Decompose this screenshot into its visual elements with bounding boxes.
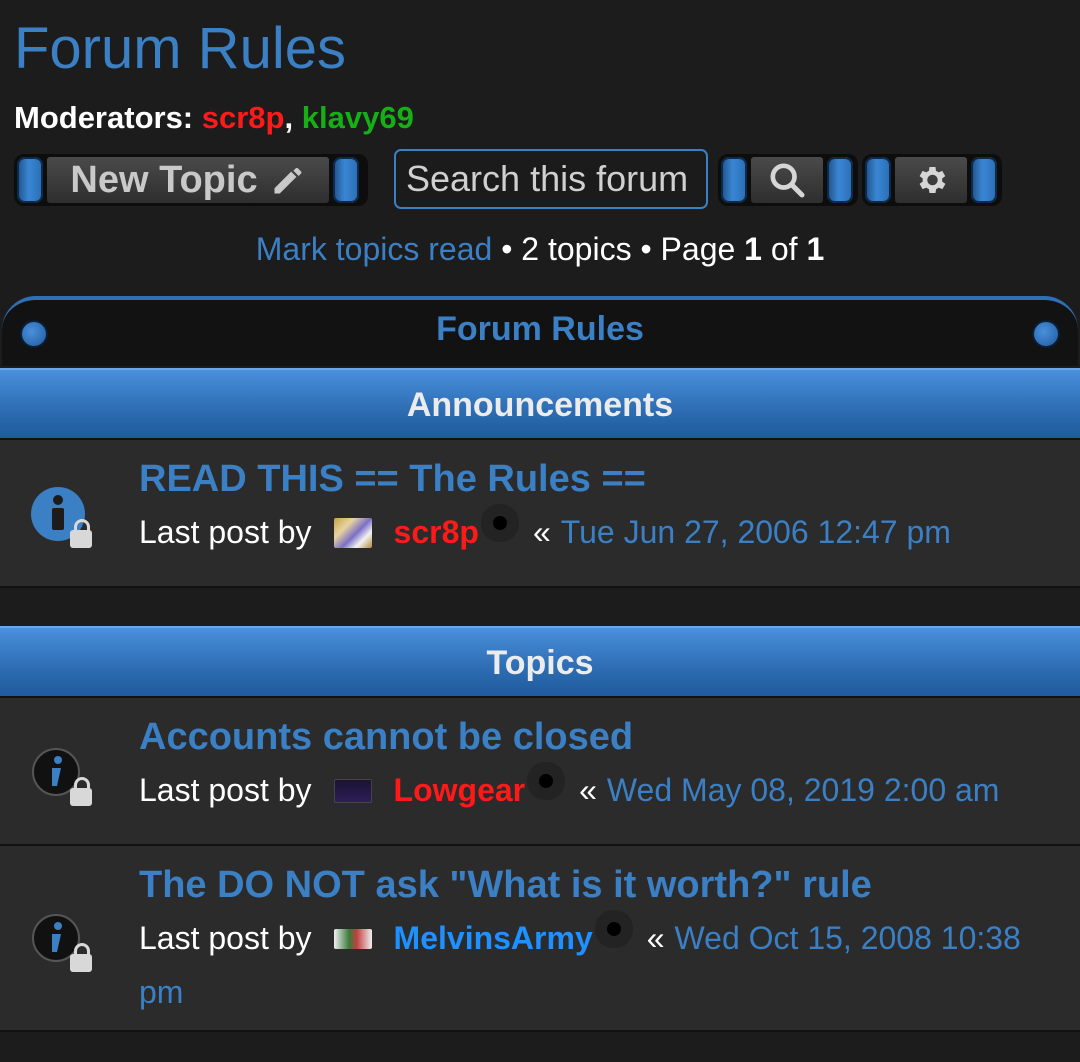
- username-link[interactable]: MelvinsArmy: [394, 920, 593, 957]
- topic-title-link[interactable]: Accounts cannot be closed: [139, 716, 633, 759]
- info-locked-icon: [30, 910, 92, 972]
- button-cap-left: [721, 157, 747, 203]
- topic-row[interactable]: The DO NOT ask "What is it worth?" rule …: [0, 844, 1080, 1032]
- button-cap-right: [333, 157, 359, 203]
- button-cap-right: [971, 157, 997, 203]
- moderator-separator: ,: [284, 100, 294, 135]
- lock-icon: [70, 519, 92, 548]
- page-title[interactable]: Forum Rules: [14, 14, 346, 84]
- topic-row[interactable]: Accounts cannot be closed Last post by L…: [0, 696, 1080, 846]
- pencil-icon: [274, 167, 302, 194]
- page-of: of: [770, 231, 798, 267]
- moderator-link-scr8p[interactable]: scr8p: [202, 100, 285, 135]
- decorative-rivet: [1034, 322, 1058, 346]
- search-button[interactable]: [718, 154, 858, 206]
- offline-status-icon: [492, 515, 507, 530]
- page-total: 1: [806, 231, 825, 267]
- topic-row[interactable]: READ THIS == The Rules == Last post by s…: [0, 438, 1080, 588]
- meta-bullet: •: [501, 231, 513, 267]
- last-post-line: Last post by scr8p « Tue Jun 27, 2006 12…: [139, 514, 951, 551]
- last-post-line: Last post by MelvinsArmy « Wed Oct 15, 2…: [139, 920, 1021, 957]
- lock-icon: [70, 777, 92, 806]
- pagination-meta: Mark topics read • 2 topics • Page 1 of …: [0, 228, 1080, 270]
- page-label: Page: [660, 231, 736, 267]
- topics-header: Topics: [0, 626, 1080, 696]
- panel-title: Forum Rules: [436, 310, 644, 348]
- button-cap-left: [865, 157, 891, 203]
- username-link[interactable]: scr8p: [394, 514, 479, 551]
- new-topic-button[interactable]: New Topic: [14, 154, 368, 206]
- page-current: 1: [744, 231, 762, 267]
- last-post-label: Last post by: [139, 514, 312, 550]
- search-icon: [770, 163, 805, 198]
- raquo: «: [532, 514, 551, 550]
- last-post-date-link[interactable]: Wed Oct 15, 2008 10:38: [675, 920, 1021, 957]
- username-link[interactable]: Lowgear: [394, 772, 526, 809]
- raquo: «: [579, 772, 597, 808]
- last-post-date-link[interactable]: Wed May 08, 2019 2:00 am: [607, 772, 1000, 809]
- topic-title-link[interactable]: READ THIS == The Rules ==: [139, 458, 646, 501]
- search-input[interactable]: [394, 149, 708, 209]
- topic-title-link[interactable]: The DO NOT ask "What is it worth?" rule: [139, 864, 872, 907]
- last-post-date-link[interactable]: pm: [139, 974, 183, 1011]
- new-topic-face: New Topic: [47, 157, 329, 203]
- announce-locked-icon: [30, 486, 92, 548]
- announcements-header: Announcements: [0, 368, 1080, 438]
- offline-status-icon: [539, 773, 554, 788]
- moderator-link-klavy69[interactable]: klavy69: [302, 100, 414, 135]
- gear-icon: [919, 166, 946, 194]
- settings-button-face: [895, 157, 967, 203]
- forum-panel-header: Forum Rules: [2, 296, 1078, 366]
- button-cap-left: [17, 157, 43, 203]
- meta-bullet: •: [640, 231, 652, 267]
- avatar: [333, 928, 372, 949]
- avatar: [333, 778, 372, 803]
- lock-icon: [70, 943, 92, 972]
- last-post-line: Last post by Lowgear « Wed May 08, 2019 …: [139, 772, 999, 809]
- moderators-line: Moderators: scr8p, klavy69: [14, 98, 414, 138]
- offline-status-icon: [606, 921, 621, 936]
- search-button-face: [751, 157, 823, 203]
- last-post-label: Last post by: [139, 920, 312, 956]
- info-locked-icon: [30, 744, 92, 806]
- avatar: [333, 517, 372, 548]
- moderators-label: Moderators:: [14, 100, 194, 135]
- button-cap-right: [827, 157, 853, 203]
- topic-count: 2 topics: [521, 231, 632, 267]
- mark-topics-read-link[interactable]: Mark topics read: [256, 231, 493, 267]
- advanced-search-button[interactable]: [862, 154, 1002, 206]
- last-post-date-link[interactable]: Tue Jun 27, 2006 12:47 pm: [561, 514, 951, 551]
- new-topic-label: New Topic: [70, 158, 258, 201]
- raquo: «: [646, 920, 665, 956]
- last-post-date-continuation: pm: [139, 974, 183, 1011]
- last-post-label: Last post by: [139, 772, 312, 808]
